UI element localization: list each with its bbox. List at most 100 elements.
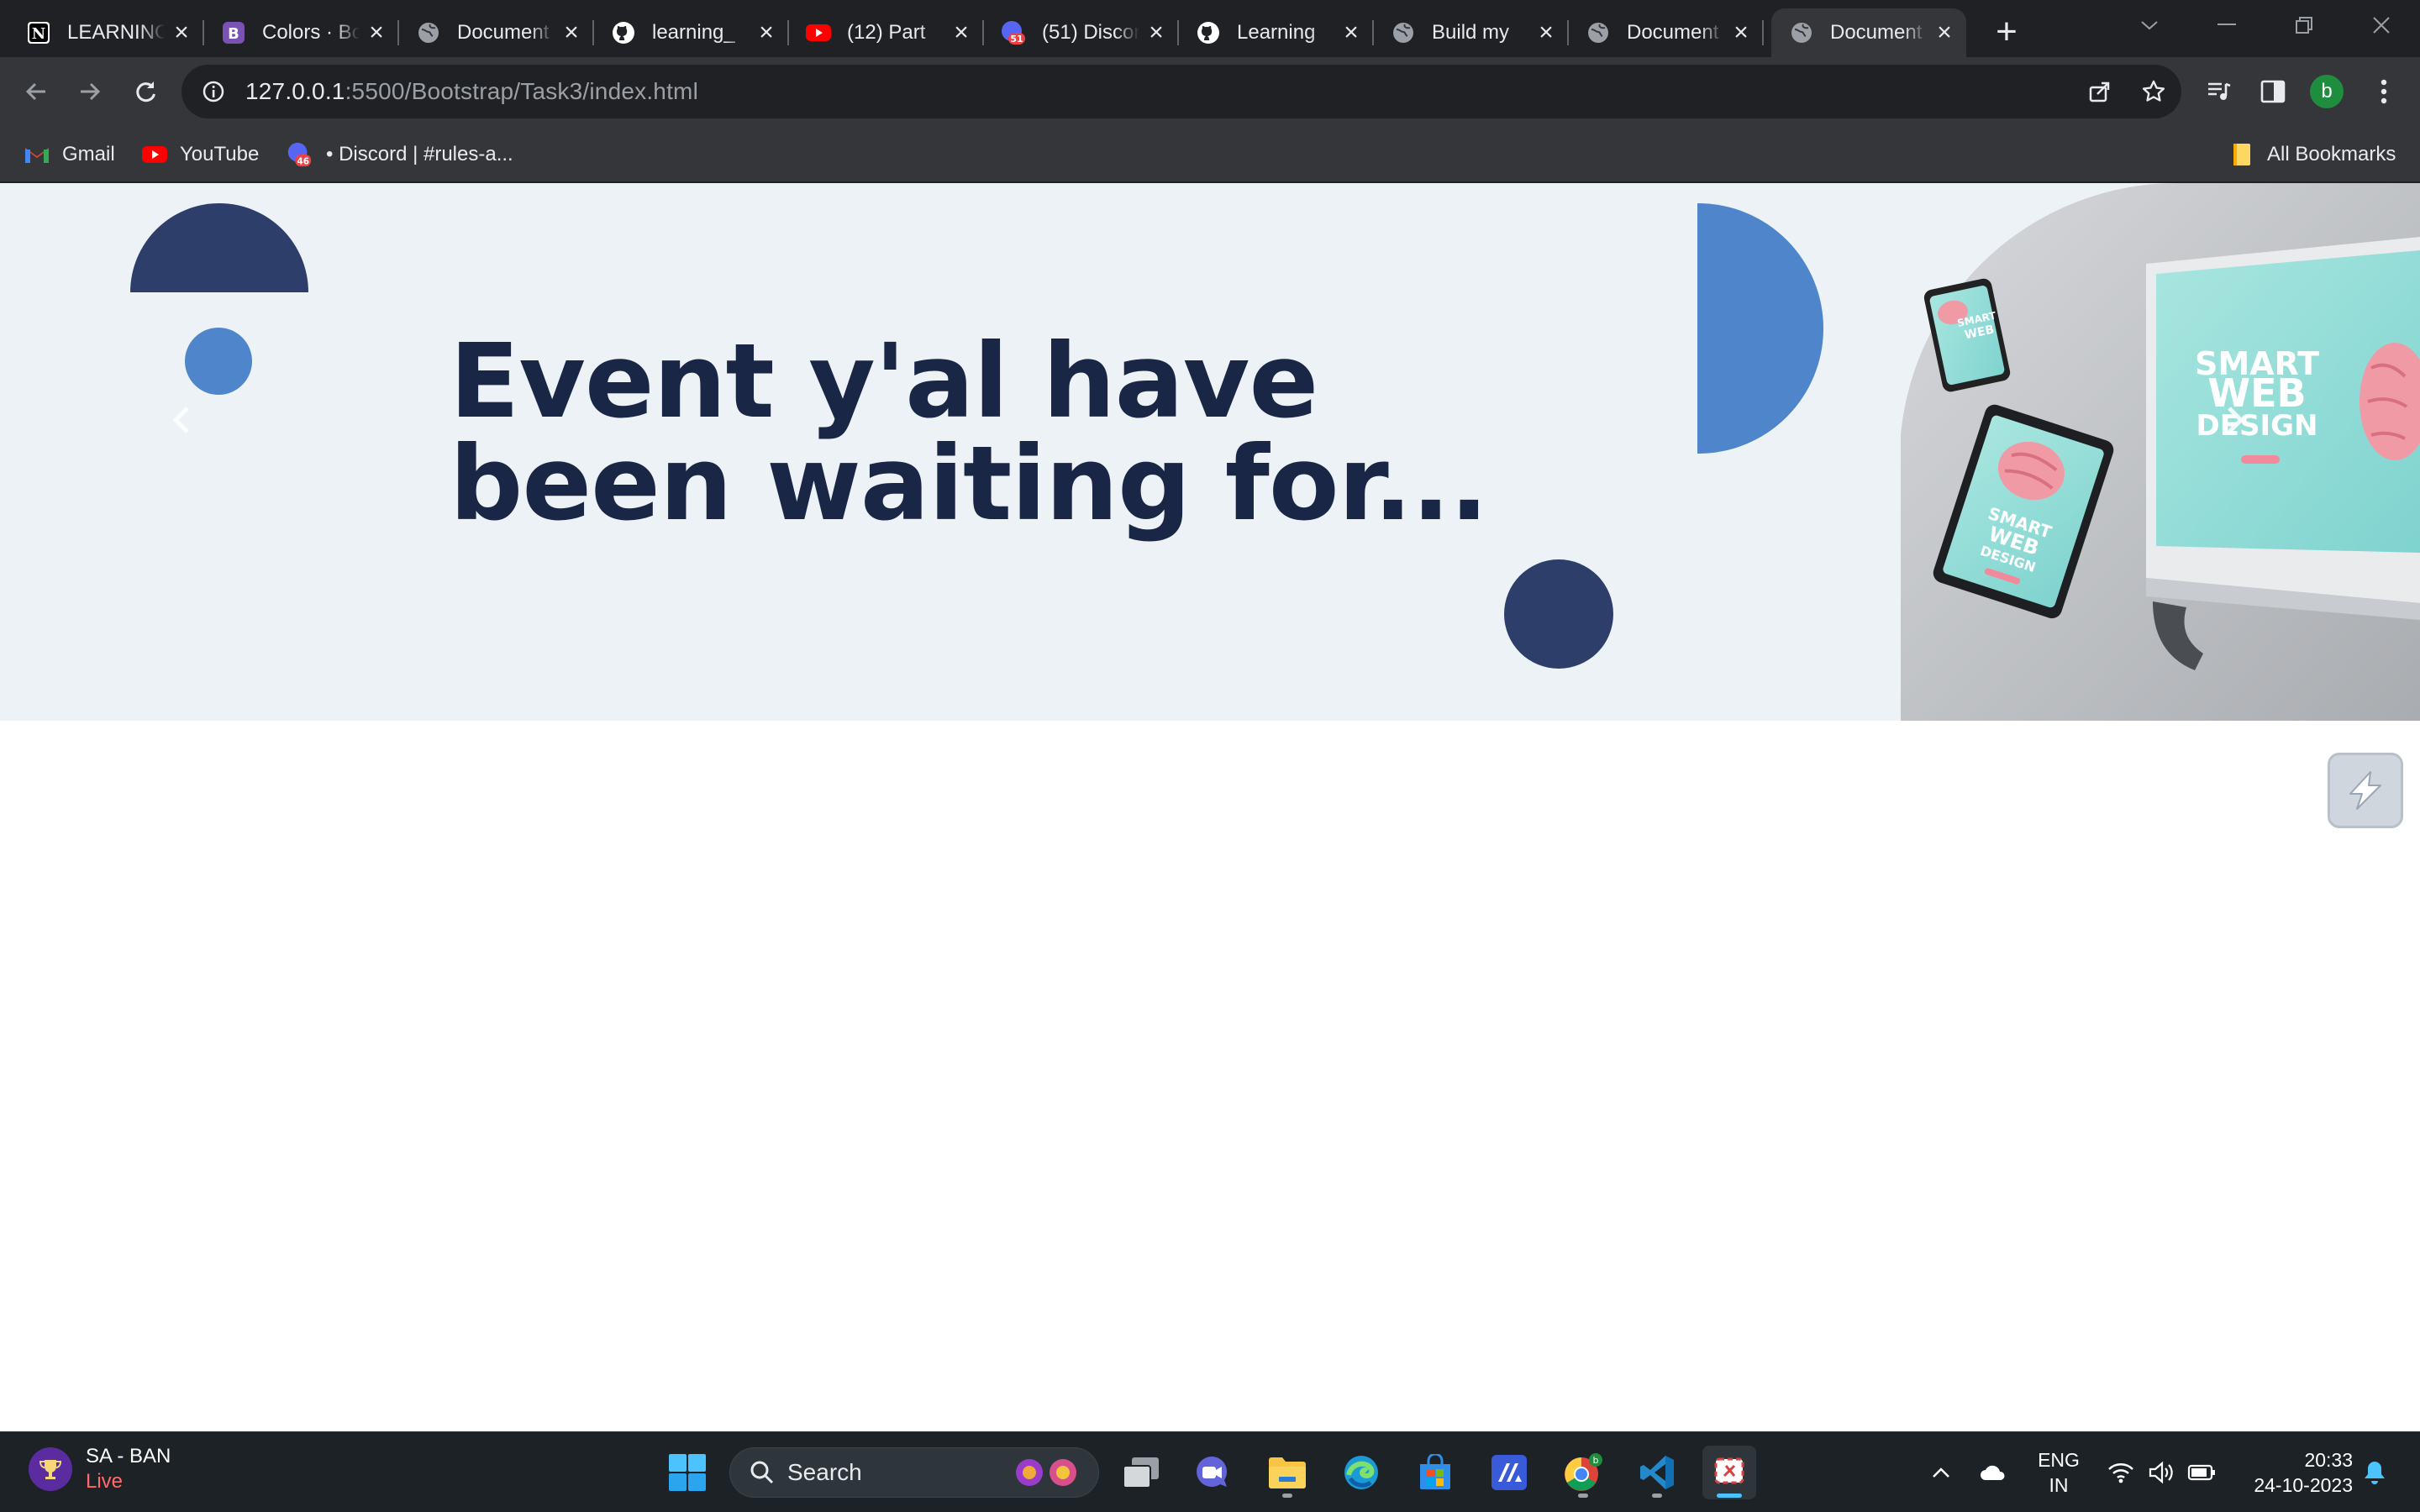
media-button[interactable]: [2196, 69, 2242, 114]
forward-button[interactable]: [67, 69, 113, 114]
all-bookmarks-button[interactable]: All Bookmarks: [2228, 138, 2396, 171]
url-text: 127.0.0.1:5500/Bootstrap/Task3/index.htm…: [245, 78, 698, 105]
tab-document-2[interactable]: Document ×: [1568, 8, 1764, 57]
edge-button[interactable]: [1334, 1446, 1388, 1499]
windows-icon: [669, 1454, 706, 1491]
tab-search-button[interactable]: [2111, 0, 2188, 50]
close-icon[interactable]: ×: [1728, 18, 1754, 46]
widgets-button[interactable]: SA - BAN Live: [29, 1444, 171, 1494]
chrome-menu-button[interactable]: [2361, 69, 2407, 114]
close-icon[interactable]: ×: [363, 18, 390, 46]
close-window-button[interactable]: [2343, 0, 2420, 50]
folder-icon: [1269, 1457, 1306, 1488]
bookmark-youtube[interactable]: YouTube: [141, 138, 259, 171]
browser-toolbar: 127.0.0.1:5500/Bootstrap/Task3/index.htm…: [0, 57, 2420, 126]
address-bar[interactable]: 127.0.0.1:5500/Bootstrap/Task3/index.htm…: [182, 65, 2181, 118]
bootstrap-icon: B: [220, 19, 247, 46]
vscode-icon: [1640, 1456, 1674, 1489]
discord-badge: 46: [297, 156, 309, 166]
close-icon[interactable]: ×: [168, 18, 195, 46]
search-label: Search: [787, 1459, 862, 1485]
chevron-left-icon: [172, 407, 189, 433]
back-button[interactable]: [13, 69, 59, 114]
vscode-button[interactable]: [1630, 1446, 1684, 1499]
tab-colors-bootstrap[interactable]: B Colors · Bootstrap ×: [203, 8, 399, 57]
reload-button[interactable]: [123, 69, 168, 114]
minimize-button[interactable]: [2188, 0, 2265, 50]
youtube-icon: [805, 19, 832, 46]
share-button[interactable]: [2077, 69, 2123, 114]
task-view-icon: [1123, 1457, 1159, 1488]
hero-devices-image: SMART WEB DESIGN SMART WEB SMART WEB DES…: [1901, 183, 2420, 721]
close-icon[interactable]: ×: [1931, 18, 1958, 46]
chevron-down-icon: [2141, 21, 2158, 30]
tab-title: LEARNING: [67, 21, 165, 44]
teams-chat-button[interactable]: [1185, 1446, 1239, 1499]
tab-document-1[interactable]: Document ×: [398, 8, 594, 57]
hero-headline: Event y'al have been waiting for...: [450, 330, 1500, 535]
tab-title: Learning: [1237, 21, 1316, 44]
taskbar-search[interactable]: Search: [729, 1447, 1099, 1498]
close-icon[interactable]: ×: [1338, 18, 1365, 46]
start-button[interactable]: [660, 1446, 714, 1499]
tab-document-active[interactable]: Document ×: [1771, 8, 1966, 57]
github-icon: [1195, 19, 1222, 46]
restore-button[interactable]: [2265, 0, 2343, 50]
close-icon[interactable]: ×: [1143, 18, 1170, 46]
close-icon: [2373, 17, 2390, 34]
globe-icon: [415, 19, 442, 46]
side-panel-button[interactable]: [2250, 69, 2296, 114]
carousel-prev-button[interactable]: [148, 386, 215, 454]
tab-youtube[interactable]: (12) Part ×: [788, 8, 984, 57]
tab-title: Build my: [1432, 21, 1510, 44]
globe-icon: [1788, 19, 1815, 46]
app-button[interactable]: [1482, 1446, 1536, 1499]
close-icon[interactable]: ×: [948, 18, 975, 46]
search-icon: [750, 1461, 774, 1484]
screen: N LEARNING × B Colors · Bootstrap × Docu…: [0, 0, 2420, 1512]
wifi-button[interactable]: [2102, 1432, 2139, 1512]
task-view-button[interactable]: [1114, 1446, 1168, 1499]
bookmark-discord-icon[interactable]: 46: [286, 138, 324, 171]
language-indicator[interactable]: ENG IN: [2033, 1447, 2084, 1498]
close-icon[interactable]: ×: [558, 18, 585, 46]
share-icon: [2089, 81, 2110, 102]
tab-title: Document: [1627, 21, 1719, 44]
new-tab-button[interactable]: +: [1986, 11, 2027, 52]
snipping-tool-button[interactable]: [1702, 1446, 1756, 1499]
bookmark-gmail[interactable]: Gmail: [24, 138, 115, 171]
info-icon[interactable]: [200, 78, 227, 105]
tab-title: Colors · Bootstrap: [262, 21, 360, 44]
close-icon[interactable]: ×: [1533, 18, 1560, 46]
trophy-icon: [29, 1447, 72, 1491]
floating-extension-button[interactable]: [2328, 753, 2403, 828]
profile-button[interactable]: b: [2304, 69, 2349, 114]
tab-discord[interactable]: 51 (51) Discord ×: [983, 8, 1179, 57]
edge-icon: [1344, 1456, 1378, 1489]
clock[interactable]: 20:33 24-10-2023: [2235, 1447, 2353, 1498]
navy-circle-shape: [1504, 559, 1613, 669]
battery-button[interactable]: [2183, 1432, 2220, 1512]
close-icon[interactable]: ×: [753, 18, 780, 46]
tab-learning[interactable]: N LEARNING ×: [8, 8, 204, 57]
tab-github-learning[interactable]: learning_ ×: [593, 8, 789, 57]
carousel-next-button[interactable]: [2202, 386, 2269, 454]
discord-icon: 51: [1000, 19, 1027, 46]
bookmark-label: YouTube: [180, 143, 260, 165]
bookmark-star-button[interactable]: [2131, 69, 2176, 114]
tab-build-my[interactable]: Build my ×: [1373, 8, 1569, 57]
bookmark-discord-rules[interactable]: • Discord | #rules-a...: [326, 138, 513, 171]
arrow-right-icon: [81, 82, 101, 101]
onedrive-button[interactable]: [1975, 1432, 2012, 1512]
chrome-button[interactable]: b: [1556, 1446, 1610, 1499]
volume-button[interactable]: [2143, 1432, 2180, 1512]
headline-line-1: Event y'al have: [450, 322, 1318, 441]
hero-carousel: Event y'al have been waiting for... SMAR…: [0, 183, 2420, 721]
globe-icon: [1390, 19, 1417, 46]
show-hidden-icons-button[interactable]: [1923, 1432, 1960, 1512]
notifications-button[interactable]: [2356, 1432, 2393, 1512]
tab-github-learning-2[interactable]: Learning ×: [1178, 8, 1374, 57]
file-explorer-button[interactable]: [1260, 1446, 1314, 1499]
store-button[interactable]: [1408, 1446, 1462, 1499]
snipping-tool-icon: [1714, 1457, 1744, 1484]
